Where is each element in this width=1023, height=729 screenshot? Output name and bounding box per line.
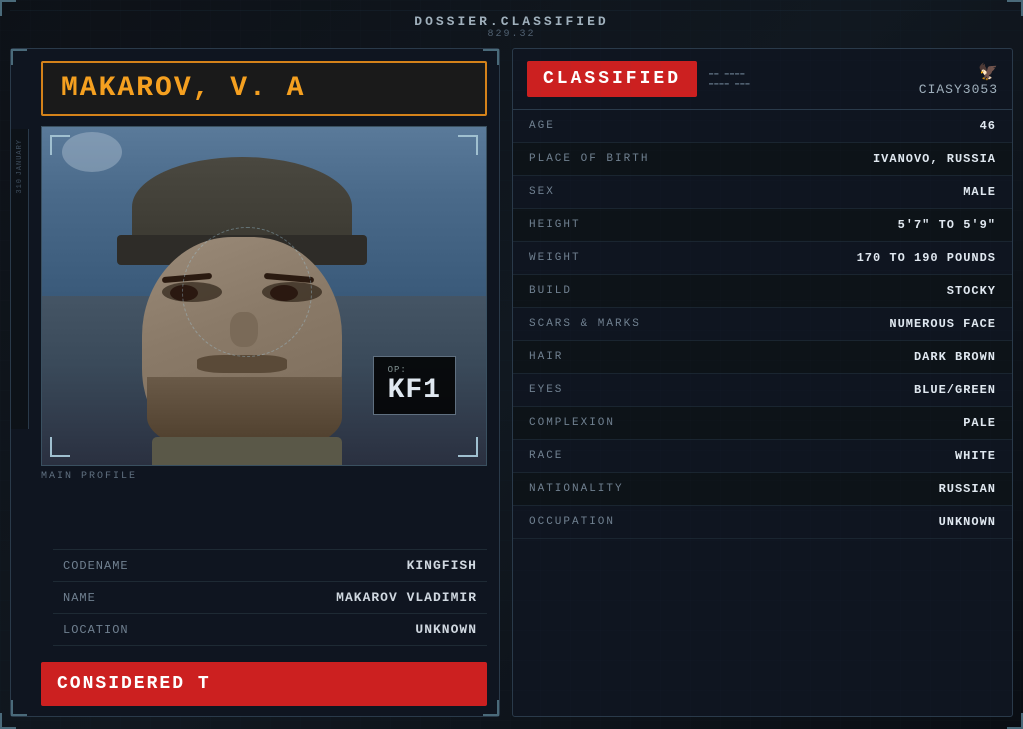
detail-row-hair: HAIR DARK BROWN xyxy=(513,341,1012,374)
side-bar-text-1: JANUARY xyxy=(16,139,24,175)
detail-row-weight: WEIGHT 170 TO 190 POUNDS xyxy=(513,242,1012,275)
badge-label: OP: xyxy=(388,365,441,375)
kf1-badge: OP: KF1 xyxy=(373,356,456,415)
eyes-label: EYES xyxy=(529,384,689,396)
pob-value: IVANOVO, RUSSIA xyxy=(689,152,996,166)
badge-code: KF1 xyxy=(388,375,441,406)
detail-row-occupation: OCCUPATION UNKNOWN xyxy=(513,506,1012,539)
cia-logo-area: 🦅 CIASY3053 xyxy=(919,62,998,97)
detail-row-scars: SCARS & MARKS NUMEROUS FACE xyxy=(513,308,1012,341)
age-label: AGE xyxy=(529,120,689,132)
detail-row-sex: SEX MALE xyxy=(513,176,1012,209)
codename-value: KINGFISH xyxy=(407,558,477,573)
top-bar: DOSSIER.CLASSIFIED 829.32 xyxy=(10,10,1013,48)
height-value: 5'7" TO 5'9" xyxy=(689,218,996,232)
main-container: JANUARY 310 MAKAROV, V. A xyxy=(10,48,1013,717)
detail-section: AGE 46 PLACE OF BIRTH IVANOVO, RUSSIA SE… xyxy=(513,110,1012,716)
detail-row-height: HEIGHT 5'7" TO 5'9" xyxy=(513,209,1012,242)
main-profile-label: MAIN PROFILE xyxy=(41,471,487,482)
sex-label: SEX xyxy=(529,186,689,198)
considered-banner: CONSIDERED T xyxy=(41,662,487,706)
race-label: RACE xyxy=(529,450,689,462)
name-value: MAKAROV VLADIMIR xyxy=(336,590,477,605)
detail-row-complexion: COMPLEXION PALE xyxy=(513,407,1012,440)
name-banner: MAKAROV, V. A xyxy=(41,61,487,116)
photo-content: OP: KF1 xyxy=(42,127,486,465)
hair-label: HAIR xyxy=(529,351,689,363)
considered-text: CONSIDERED T xyxy=(57,674,211,694)
detail-row-age: AGE 46 xyxy=(513,110,1012,143)
info-row-location: LOCATION UNKNOWN xyxy=(53,614,487,646)
occupation-value: UNKNOWN xyxy=(689,515,996,529)
doc-meta-line-2: ▬▬▬▬ ▬▬▬ xyxy=(709,80,751,88)
scars-value: NUMEROUS FACE xyxy=(689,317,996,331)
cia-eagle-icon: 🦅 xyxy=(978,62,998,82)
cia-info: 🦅 CIASY3053 xyxy=(919,62,998,97)
name-label: NAME xyxy=(63,591,96,605)
hair-value: DARK BROWN xyxy=(689,350,996,364)
cia-code: CIASY3053 xyxy=(919,82,998,97)
weight-value: 170 TO 190 POUNDS xyxy=(689,251,996,265)
screen: DOSSIER.CLASSIFIED 829.32 JANUARY 310 MA… xyxy=(0,0,1023,729)
doc-meta-line-1: ▬▬ ▬▬▬▬ xyxy=(709,70,751,78)
classified-header: CLASSIFIED ▬▬ ▬▬▬▬ ▬▬▬▬ ▬▬▬ 🦅 CIASY3053 xyxy=(513,49,1012,110)
left-panel: JANUARY 310 MAKAROV, V. A xyxy=(10,48,500,717)
scan-line xyxy=(10,10,1023,11)
nationality-label: NATIONALITY xyxy=(529,483,689,495)
weight-label: WEIGHT xyxy=(529,252,689,264)
detail-row-nationality: NATIONALITY RUSSIAN xyxy=(513,473,1012,506)
detail-row-eyes: EYES BLUE/GREEN xyxy=(513,374,1012,407)
doc-meta: ▬▬ ▬▬▬▬ ▬▬▬▬ ▬▬▬ xyxy=(709,70,751,88)
dossier-title: DOSSIER.CLASSIFIED xyxy=(10,14,1013,29)
classified-badge: CLASSIFIED xyxy=(527,61,697,97)
detail-row-pob: PLACE OF BIRTH IVANOVO, RUSSIA xyxy=(513,143,1012,176)
corner-tl xyxy=(11,49,27,65)
right-corner-bl xyxy=(0,713,16,729)
age-value: 46 xyxy=(689,119,996,133)
location-value: UNKNOWN xyxy=(415,622,477,637)
race-value: WHITE xyxy=(689,449,996,463)
right-corner-br xyxy=(1007,713,1023,729)
pob-label: PLACE OF BIRTH xyxy=(529,153,689,165)
occupation-label: OCCUPATION xyxy=(529,516,689,528)
corner-br xyxy=(483,700,499,716)
classified-text: CLASSIFIED xyxy=(543,69,681,89)
complexion-value: PALE xyxy=(689,416,996,430)
sex-value: MALE xyxy=(689,185,996,199)
right-corner-tl xyxy=(0,0,16,16)
side-bar-text-2: 310 xyxy=(16,178,24,194)
right-panel: CLASSIFIED ▬▬ ▬▬▬▬ ▬▬▬▬ ▬▬▬ 🦅 CIASY3053 xyxy=(512,48,1013,717)
corner-tr xyxy=(483,49,499,65)
complexion-label: COMPLEXION xyxy=(529,417,689,429)
info-row-name: NAME MAKAROV VLADIMIR xyxy=(53,582,487,614)
photo-frame: OP: KF1 xyxy=(41,126,487,466)
scars-label: SCARS & MARKS xyxy=(529,318,689,330)
info-section: CODENAME KINGFISH NAME MAKAROV VLADIMIR … xyxy=(41,549,499,656)
build-label: BUILD xyxy=(529,285,689,297)
detail-row-race: RACE WHITE xyxy=(513,440,1012,473)
left-side-bar: JANUARY 310 xyxy=(11,129,29,429)
codename-label: CODENAME xyxy=(63,559,129,573)
nationality-value: RUSSIAN xyxy=(689,482,996,496)
eyes-value: BLUE/GREEN xyxy=(689,383,996,397)
detail-row-build: BUILD STOCKY xyxy=(513,275,1012,308)
info-row-codename: CODENAME KINGFISH xyxy=(53,549,487,582)
height-label: HEIGHT xyxy=(529,219,689,231)
photo-section: OP: KF1 MAIN PROFILE xyxy=(41,126,487,539)
dossier-subtitle: 829.32 xyxy=(10,29,1013,40)
build-value: STOCKY xyxy=(689,284,996,298)
right-corner-tr xyxy=(1007,0,1023,16)
location-label: LOCATION xyxy=(63,623,129,637)
name-banner-text: MAKAROV, V. A xyxy=(61,73,305,104)
